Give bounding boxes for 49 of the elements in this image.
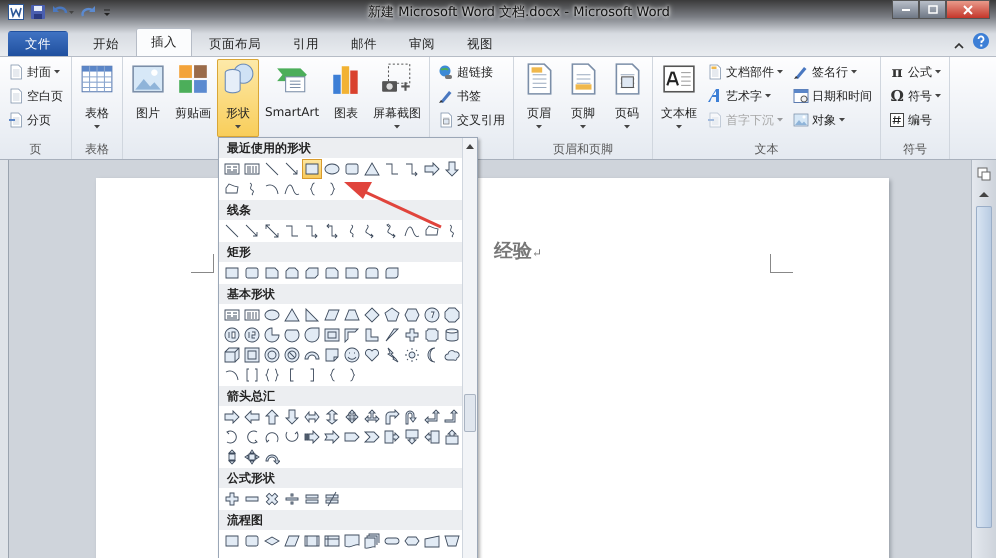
- ribbon-button[interactable]: 图片: [127, 59, 169, 137]
- ribbon-tab[interactable]: 插入: [136, 28, 192, 56]
- ribbon-button[interactable]: 页码: [606, 59, 648, 137]
- group-label: 文本: [754, 140, 779, 158]
- ribbon-button[interactable]: 签名行: [789, 61, 876, 83]
- ribbon-tab[interactable]: 文件: [8, 31, 68, 56]
- window-title: 新建 Microsoft Word 文档.docx - Microsoft Word: [367, 4, 671, 21]
- ribbon-tab[interactable]: 开始: [78, 31, 134, 56]
- symbol-glyph: π: [890, 63, 904, 81]
- ribbon-button[interactable]: 表格: [76, 59, 118, 137]
- section-heading: 最近使用的形状: [219, 138, 462, 158]
- ribbon-button[interactable]: 日期和时间: [789, 85, 876, 107]
- section-heading: 线条: [219, 200, 462, 220]
- ribbon-tab[interactable]: 引用: [278, 31, 334, 56]
- ribbon-button[interactable]: 形状: [217, 59, 259, 137]
- ribbon-button[interactable]: 文本框: [657, 59, 702, 137]
- section-heading: 公式形状: [219, 468, 462, 488]
- ribbon-button[interactable]: 交叉引用: [434, 109, 510, 131]
- section-heading: 基本形状: [219, 284, 462, 304]
- ribbon-button[interactable]: 文档部件: [703, 61, 788, 83]
- section-heading: 箭头总汇: [219, 386, 462, 406]
- ribbon-tab[interactable]: 页面布局: [194, 31, 276, 56]
- group-label: 表格: [85, 140, 109, 158]
- ribbon-button[interactable]: Ω 符号: [885, 85, 946, 107]
- ribbon-button[interactable]: 分页: [4, 109, 67, 131]
- ribbon-button[interactable]: 艺术字: [703, 85, 788, 107]
- group-label: 页眉和页脚: [553, 140, 614, 158]
- section-heading: 流程图: [219, 510, 462, 530]
- ribbon-button[interactable]: 页脚: [562, 59, 604, 137]
- document-text: 经验↵: [494, 239, 542, 264]
- ribbon-button[interactable]: 页眉: [518, 59, 560, 137]
- ribbon-button[interactable]: 图表: [325, 59, 368, 137]
- ribbon-button[interactable]: 编号: [885, 109, 946, 131]
- ribbon-tab[interactable]: 审阅: [394, 31, 450, 56]
- ribbon-button[interactable]: 书签: [434, 85, 510, 107]
- section-heading: 矩形: [219, 242, 462, 262]
- ribbon-button[interactable]: SmartArt: [261, 59, 324, 137]
- ribbon-tab[interactable]: 邮件: [336, 31, 392, 56]
- ribbon-button[interactable]: 屏幕截图: [369, 59, 426, 137]
- ribbon-button[interactable]: 封面: [4, 61, 67, 83]
- ribbon-button[interactable]: 剪贴画: [171, 59, 215, 137]
- ribbon-button[interactable]: 空白页: [4, 85, 67, 107]
- ribbon-button[interactable]: π 公式: [885, 61, 946, 83]
- ribbon-tab[interactable]: 视图: [452, 31, 508, 56]
- group-label: 页: [30, 140, 42, 158]
- ribbon-button[interactable]: 对象: [789, 109, 876, 131]
- group-label: 符号: [903, 140, 928, 158]
- ribbon-button[interactable]: 超链接: [434, 61, 510, 83]
- symbol-glyph: Ω: [889, 87, 905, 105]
